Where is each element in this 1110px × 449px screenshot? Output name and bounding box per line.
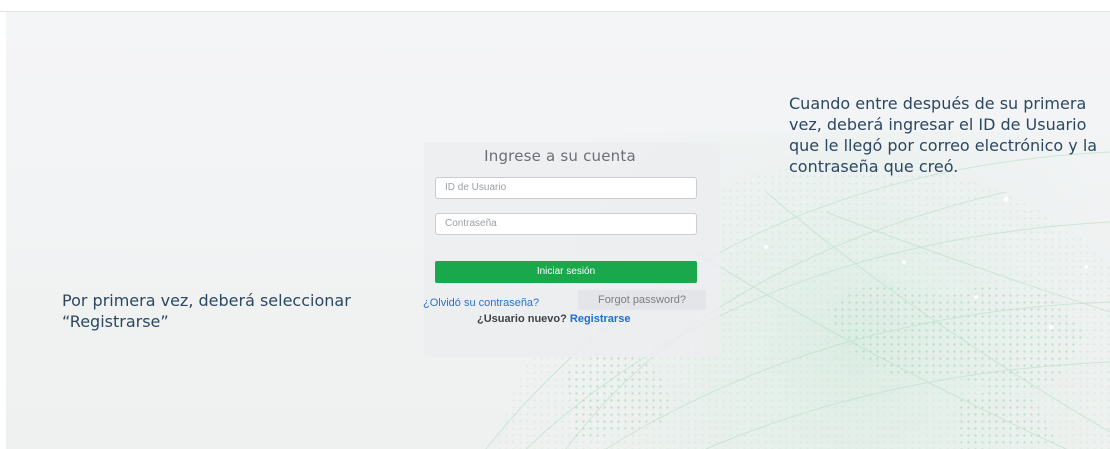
forgot-password-link[interactable]: ¿Olvidó su contraseña? — [423, 297, 539, 309]
user-id-input[interactable]: ID de Usuario — [435, 177, 697, 199]
top-border — [0, 0, 1110, 12]
new-user-question: ¿Usuario nuevo? — [477, 313, 567, 325]
register-link[interactable]: Registrarse — [570, 313, 631, 325]
new-user-row: ¿Usuario nuevo? Registrarse — [477, 313, 630, 325]
password-input[interactable]: Contraseña — [435, 213, 697, 235]
login-button[interactable]: Iniciar sesión — [435, 261, 697, 283]
forgot-password-english-hint: Forgot password? — [578, 290, 706, 310]
caption-first-time-user: Por primera vez, deberá seleccionar “Reg… — [62, 291, 351, 331]
caption-returning-user: Cuando entre después de su primera vez, … — [789, 94, 1098, 176]
